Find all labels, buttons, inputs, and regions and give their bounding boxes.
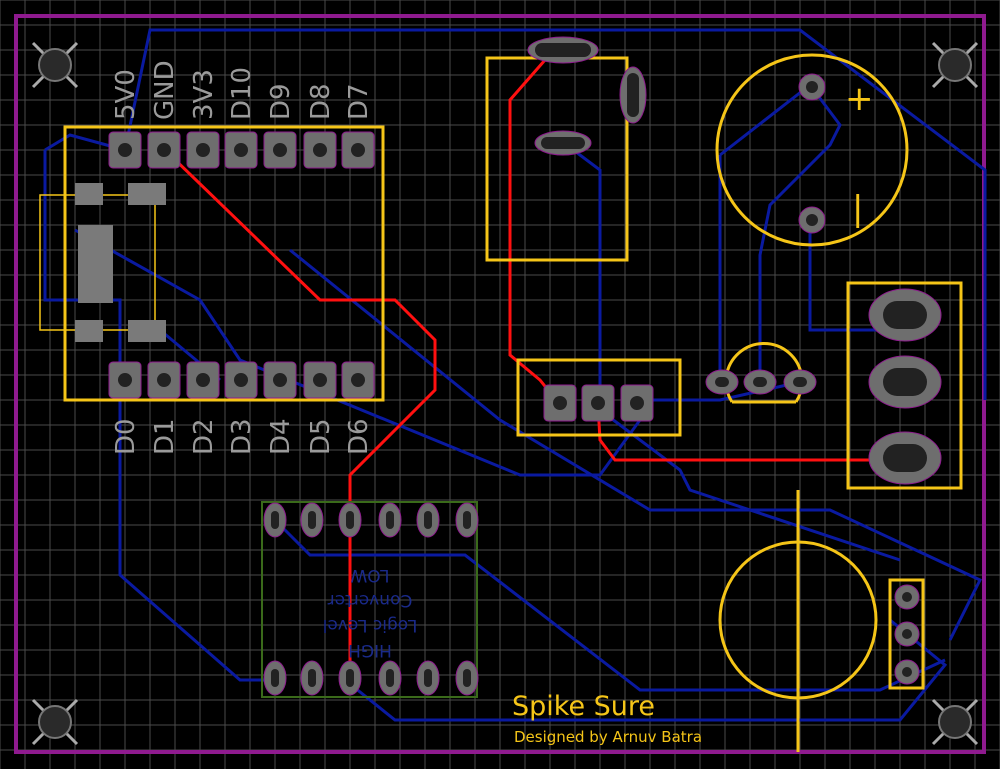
level-shifter-pad	[455, 502, 479, 538]
level-shifter-pad	[300, 502, 324, 538]
level-shifter-labels: HIGH Logic Level Converter LOW	[323, 565, 418, 660]
mcu-top-pin-label: GND	[150, 60, 180, 120]
mcu-top-pin-pad	[303, 131, 337, 169]
transistor-pad	[783, 369, 817, 395]
level-shifter-pad	[455, 660, 479, 696]
mcu-bottom-pin-label: D0	[111, 418, 141, 455]
mcu-bottom-pin-pad	[263, 361, 297, 399]
buzzer	[718, 490, 878, 752]
mcu-bottom-pin-label: D6	[344, 418, 374, 455]
board-credit: Designed by Arnuv Batra	[514, 728, 702, 746]
mcu-bottom-pin-pad	[108, 361, 142, 399]
board-title: Spike Sure	[512, 691, 655, 722]
level-shifter-pad	[300, 660, 324, 696]
sensor-header-pad	[894, 621, 920, 647]
mcu-top-pin-label: 5V0	[111, 69, 141, 120]
header-pin-pad	[543, 384, 577, 422]
mcu-top-pin-pad	[147, 131, 181, 169]
top-pin-labels: 5V0 GND 3V3 D10 D9 D8 D7	[111, 60, 374, 120]
terminal-pad	[868, 288, 942, 342]
level-shifter-line-2: Logic Level	[323, 615, 418, 635]
mcu-bottom-pin-label: D2	[189, 418, 219, 455]
mcu-top-pin-label: D7	[344, 83, 374, 120]
switch-pad	[534, 130, 592, 156]
mounting-hole-icon	[31, 41, 79, 89]
capacitor-minus-label: |	[852, 189, 863, 229]
level-shifter-pad	[378, 660, 402, 696]
mcu-bottom-pin-label: D5	[306, 418, 336, 455]
sensor-header-pad	[894, 659, 920, 685]
mcu-bottom-pin-pad	[186, 361, 220, 399]
transistor-pad	[743, 369, 777, 395]
level-shifter-line-3: Converter	[328, 590, 413, 610]
level-shifter-line-1: HIGH	[348, 640, 392, 660]
mcu-top-pin-pad	[108, 131, 142, 169]
mcu-top-pin-label: D8	[306, 83, 336, 120]
level-shifter-pad	[263, 502, 287, 538]
mounting-hole-icon	[931, 41, 979, 89]
mcu-top-pin-pad	[263, 131, 297, 169]
mcu-top-pin-label: D9	[266, 83, 296, 120]
switch-pad	[619, 66, 647, 124]
mcu-bottom-pin-pad	[341, 361, 375, 399]
level-shifter-pad	[338, 660, 362, 696]
bottom-pin-labels: D0 D1 D2 D3 D4 D5 D6	[111, 418, 374, 455]
level-shifter-pad	[416, 502, 440, 538]
mcu-bottom-pin-pad	[303, 361, 337, 399]
level-shifter-pad	[338, 502, 362, 538]
switch-outline	[485, 56, 629, 262]
mounting-hole-icon	[31, 698, 79, 746]
sensor-header-pad	[894, 584, 920, 610]
level-shifter-line-4: LOW	[350, 565, 389, 585]
header-pin-pad	[581, 384, 615, 422]
mcu-top-pin-pad	[341, 131, 375, 169]
capacitor-pad	[798, 73, 826, 101]
mcu-bottom-pin-pad	[224, 361, 258, 399]
mcu-top-pin-pad	[224, 131, 258, 169]
mounting-hole-icon	[931, 698, 979, 746]
level-shifter-pad	[416, 660, 440, 696]
capacitor-pad	[798, 206, 826, 234]
capacitor-plus-label: +	[845, 79, 874, 119]
mcu-bottom-pin-label: D3	[227, 418, 257, 455]
pcb-layout: 5V0 GND 3V3 D10 D9 D8 D7 D0 D1 D2 D3 D4 D5 D6 + | HI…	[0, 0, 1000, 769]
mcu-bottom-pin-label: D1	[150, 418, 180, 455]
mcu-top-pin-pad	[186, 131, 220, 169]
mcu-top-pin-label: D10	[227, 67, 257, 120]
switch-pad	[527, 36, 599, 64]
mcu-top-pin-label: 3V3	[189, 69, 219, 120]
level-shifter-pad	[263, 660, 287, 696]
mcu-bottom-pin-pad	[147, 361, 181, 399]
transistor-pad	[705, 369, 739, 395]
terminal-pad	[868, 355, 942, 409]
terminal-pad	[868, 431, 942, 485]
header-pin-pad	[620, 384, 654, 422]
level-shifter-pad	[378, 502, 402, 538]
mcu-bottom-pin-label: D4	[266, 418, 296, 455]
